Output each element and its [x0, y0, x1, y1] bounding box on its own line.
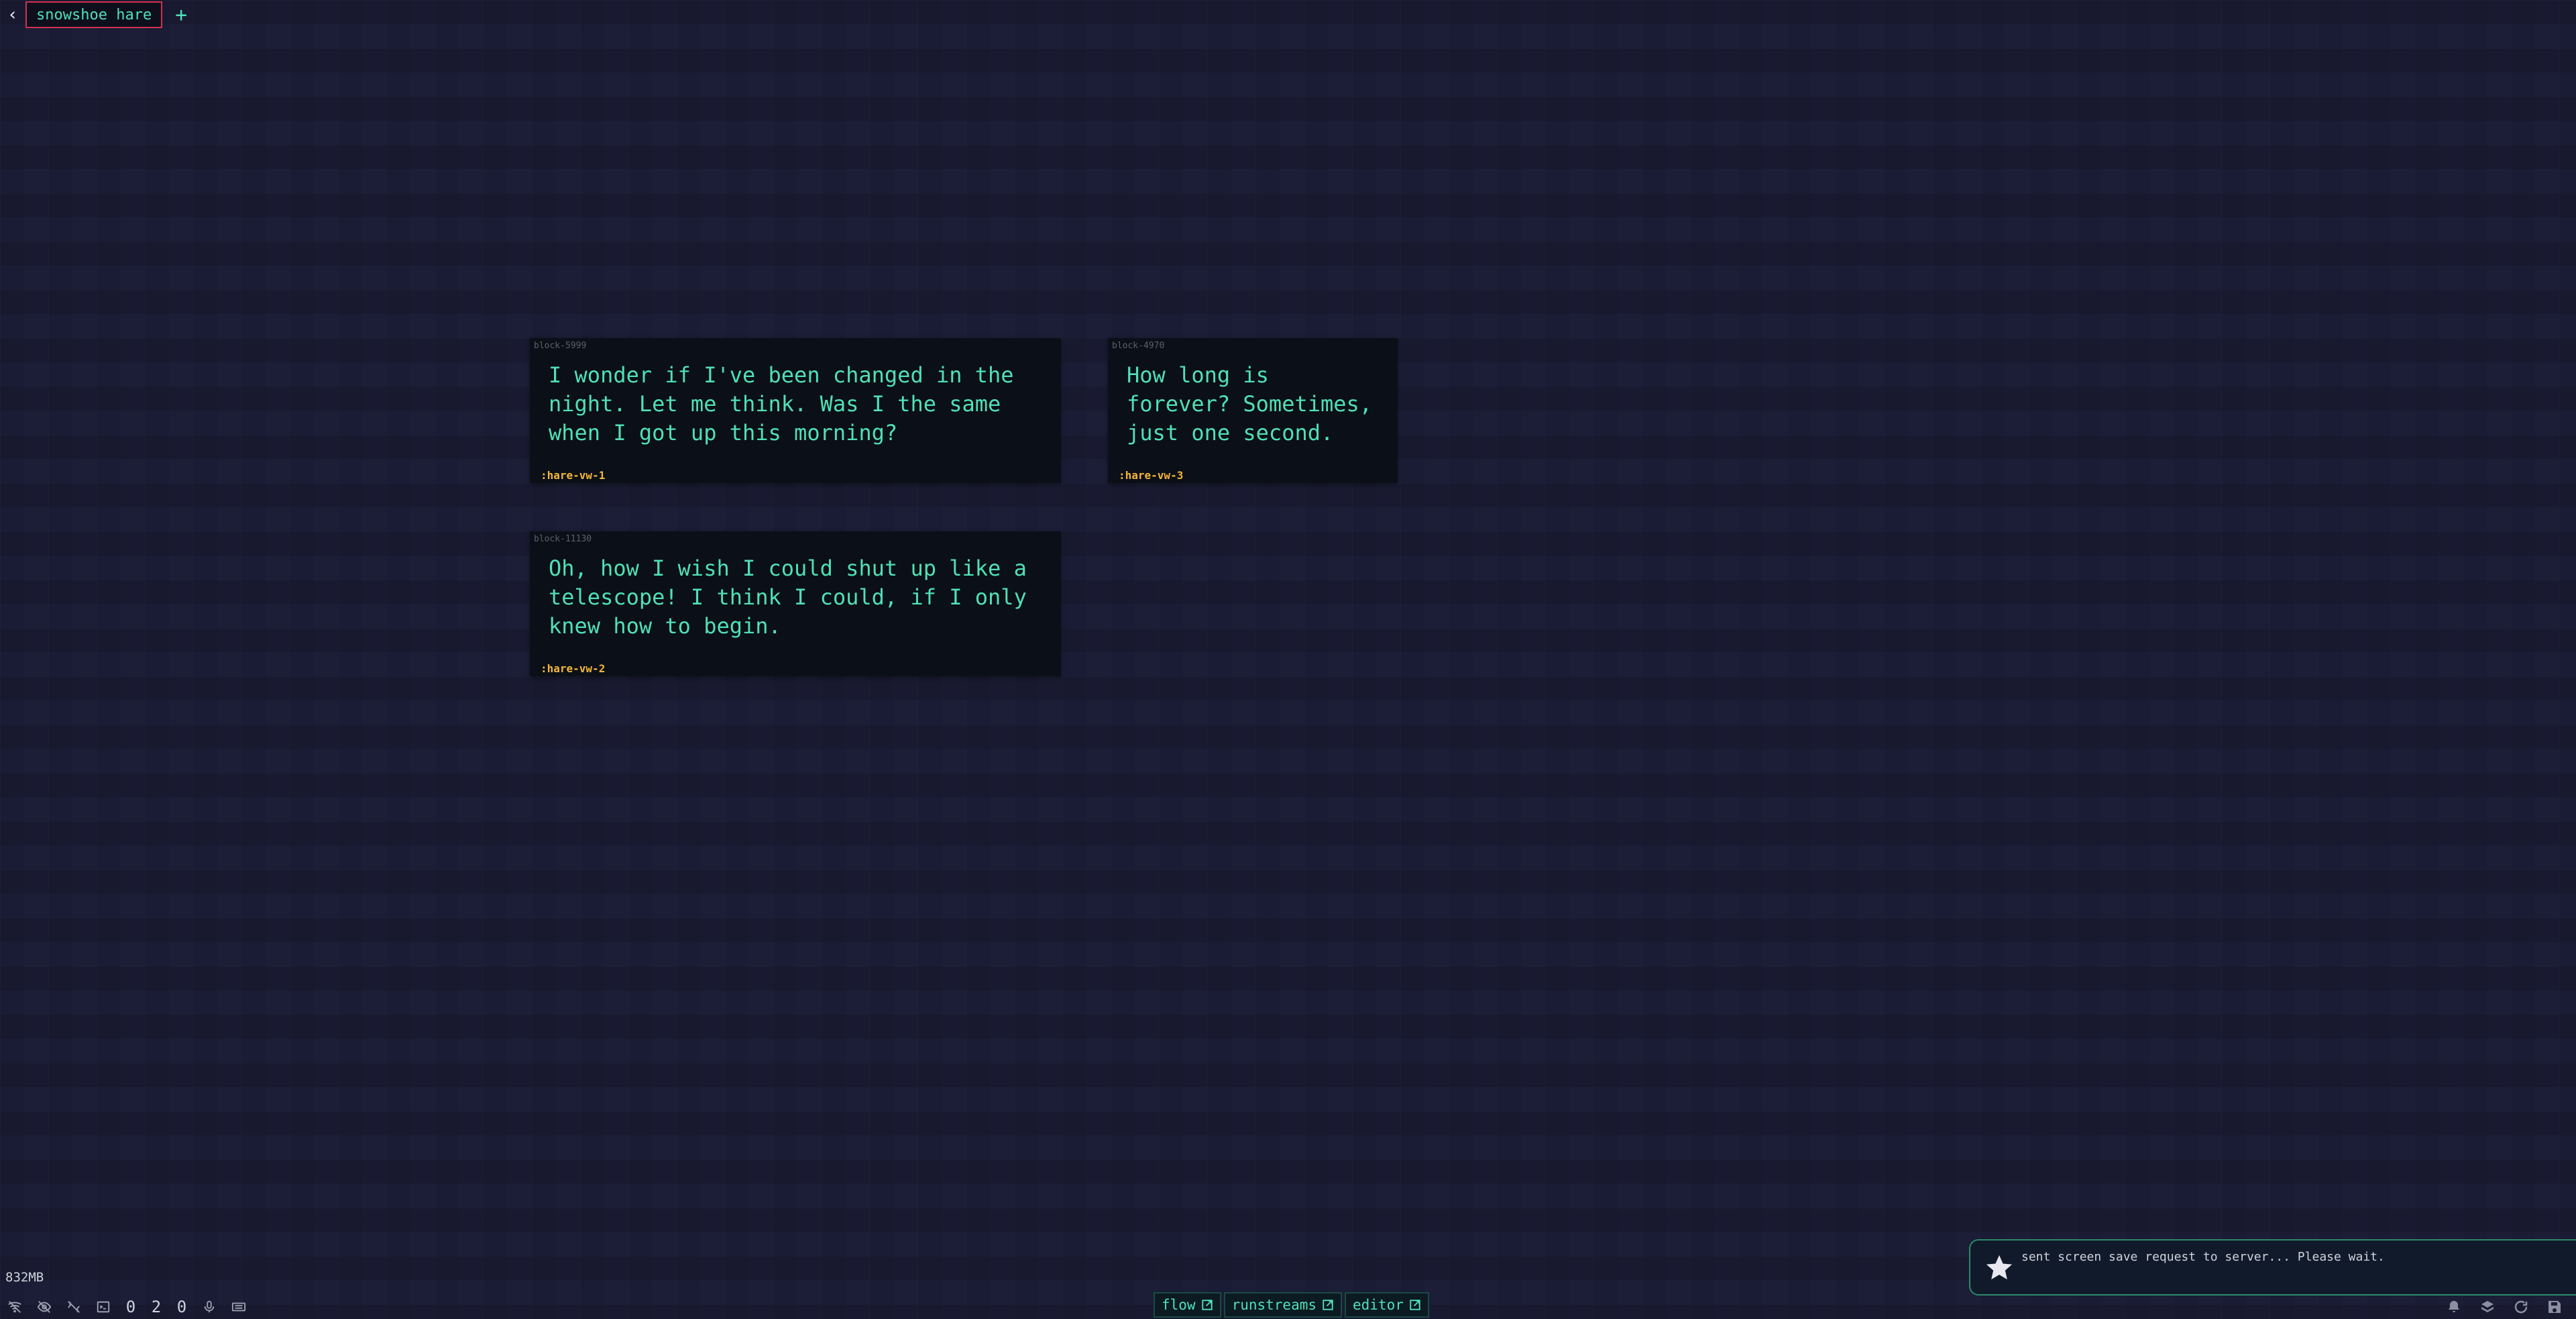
block-card[interactable]: block-4970 How long is forever? Sometime… [1108, 338, 1398, 483]
terminal-icon[interactable] [95, 1299, 111, 1315]
view-label: editor [1353, 1297, 1404, 1313]
block-text: I wonder if I've been changed in the nig… [549, 362, 1027, 445]
workspace-canvas[interactable] [0, 0, 2576, 1319]
wifi-off-icon[interactable] [7, 1299, 23, 1315]
eye-off-icon[interactable] [36, 1299, 52, 1315]
block-tag[interactable]: :hare-vw-3 [1119, 469, 1183, 482]
block-id: block-5999 [534, 341, 587, 351]
microphone-icon[interactable] [201, 1299, 217, 1315]
view-label: flow [1162, 1297, 1196, 1313]
network-off-icon[interactable] [66, 1299, 82, 1315]
block-tag[interactable]: :hare-vw-2 [541, 662, 605, 675]
external-window-icon [1201, 1300, 1213, 1310]
add-tab-button[interactable]: + [168, 1, 194, 28]
notification-toast[interactable]: sent screen save request to server... Pl… [1969, 1239, 2576, 1296]
status-count: 0 [176, 1298, 187, 1316]
block-id: block-4970 [1112, 341, 1165, 351]
view-flow-button[interactable]: flow [1154, 1292, 1221, 1318]
block-card[interactable]: block-11130 Oh, how I wish I could shut … [530, 531, 1061, 676]
view-runstreams-button[interactable]: runstreams [1223, 1292, 1343, 1318]
block-text: Oh, how I wish I could shut up like a te… [549, 556, 1040, 639]
bell-icon[interactable] [2446, 1299, 2462, 1315]
bottom-right-toolbar [2446, 1298, 2563, 1316]
block-id: block-11130 [534, 534, 592, 544]
keyboard-icon[interactable] [231, 1299, 247, 1315]
view-switcher: flow runstreams editor [1154, 1292, 1429, 1319]
status-count: 0 [125, 1298, 136, 1316]
star-icon [1986, 1255, 2013, 1280]
view-editor-button[interactable]: editor [1345, 1292, 1429, 1318]
tab-snowshoe-hare[interactable]: snowshoe hare [25, 1, 163, 28]
layers-icon[interactable] [2479, 1299, 2496, 1315]
tab-label: snowshoe hare [36, 6, 152, 23]
notification-message: sent screen save request to server... Pl… [2021, 1250, 2385, 1264]
view-label: runstreams [1231, 1297, 1317, 1313]
external-window-icon [1323, 1300, 1333, 1310]
external-window-icon [1410, 1300, 1420, 1310]
block-tag[interactable]: :hare-vw-1 [541, 469, 605, 482]
status-bar: 0 2 0 [7, 1298, 247, 1316]
block-text: How long is forever? Sometimes, just one… [1127, 362, 1386, 445]
plus-icon: + [175, 3, 188, 27]
back-button[interactable]: ‹ [0, 1, 25, 28]
block-card[interactable]: block-5999 I wonder if I've been changed… [530, 338, 1061, 483]
tab-bar: ‹ snowshoe hare + [0, 0, 194, 30]
save-icon[interactable] [2546, 1299, 2563, 1315]
chevron-left-icon: ‹ [7, 5, 18, 25]
status-count: 2 [151, 1298, 162, 1316]
refresh-icon[interactable] [2513, 1299, 2529, 1315]
memory-usage: 832MB [5, 1270, 44, 1285]
